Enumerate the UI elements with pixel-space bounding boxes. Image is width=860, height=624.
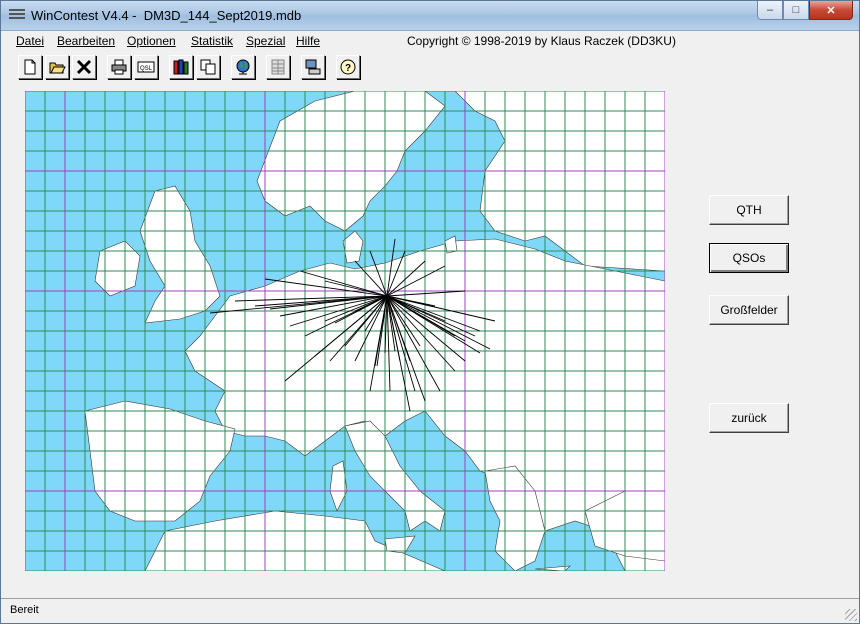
status-bar: Bereit	[1, 598, 859, 623]
globe-button[interactable]	[231, 55, 255, 79]
qth-button[interactable]: QTH	[709, 195, 789, 225]
minimize-button[interactable]: –	[757, 1, 783, 20]
new-file-icon	[24, 59, 36, 75]
menu-bearbeiten[interactable]: Bearbeiten	[57, 34, 115, 48]
books-button[interactable]	[169, 55, 193, 79]
main-window: WinContest V4.4 - DM3D_144_Sept2019.mdb …	[0, 0, 860, 624]
zurueck-button[interactable]: zurück	[709, 403, 789, 433]
computer-button[interactable]	[301, 55, 325, 79]
new-file-button[interactable]	[18, 55, 42, 79]
open-button[interactable]	[45, 55, 69, 79]
status-text: Bereit	[10, 604, 39, 616]
app-menu-icon[interactable]	[9, 9, 25, 23]
close-x-icon	[76, 59, 92, 75]
qsl-card-icon: QSL	[137, 61, 155, 73]
window-title: WinContest V4.4 - DM3D_144_Sept2019.mdb	[31, 8, 302, 23]
copy-button[interactable]	[196, 55, 220, 79]
grossfelder-button[interactable]: Großfelder	[709, 295, 789, 325]
help-button[interactable]: ?	[336, 55, 360, 79]
help-icon: ?	[340, 59, 356, 75]
qsos-button[interactable]: QSOs	[709, 243, 789, 273]
printer-icon	[111, 59, 127, 75]
menu-statistik[interactable]: Statistik	[191, 34, 233, 48]
menu-optionen[interactable]: Optionen	[127, 34, 176, 48]
grid-table-icon	[271, 59, 285, 75]
table-button[interactable]	[266, 55, 290, 79]
svg-text:?: ?	[345, 63, 351, 74]
svg-text:QSL: QSL	[140, 66, 153, 72]
books-icon	[173, 59, 189, 75]
copyright-text: Copyright © 1998-2019 by Klaus Raczek (D…	[407, 34, 676, 48]
open-folder-icon	[49, 62, 66, 74]
print-button[interactable]	[107, 55, 131, 79]
resize-grip[interactable]	[845, 609, 857, 621]
menu-spezial[interactable]: Spezial	[246, 34, 285, 48]
toolbar: QSL ?	[1, 53, 859, 81]
copy-icon	[200, 59, 216, 75]
close-file-button[interactable]	[72, 55, 96, 79]
menu-bar: Datei Bearbeiten Optionen Statistik Spez…	[1, 31, 859, 51]
menu-datei[interactable]: Datei	[16, 34, 44, 48]
close-button[interactable]: ✕	[809, 1, 853, 20]
qsl-button[interactable]: QSL	[134, 55, 158, 79]
globe-icon	[236, 59, 250, 75]
computer-icon	[305, 59, 321, 75]
menu-hilfe[interactable]: Hilfe	[296, 34, 320, 48]
qso-map[interactable]	[25, 91, 665, 571]
title-bar[interactable]: WinContest V4.4 - DM3D_144_Sept2019.mdb …	[1, 1, 859, 31]
europe-map-svg	[25, 91, 665, 571]
maximize-button[interactable]: □	[783, 1, 809, 20]
